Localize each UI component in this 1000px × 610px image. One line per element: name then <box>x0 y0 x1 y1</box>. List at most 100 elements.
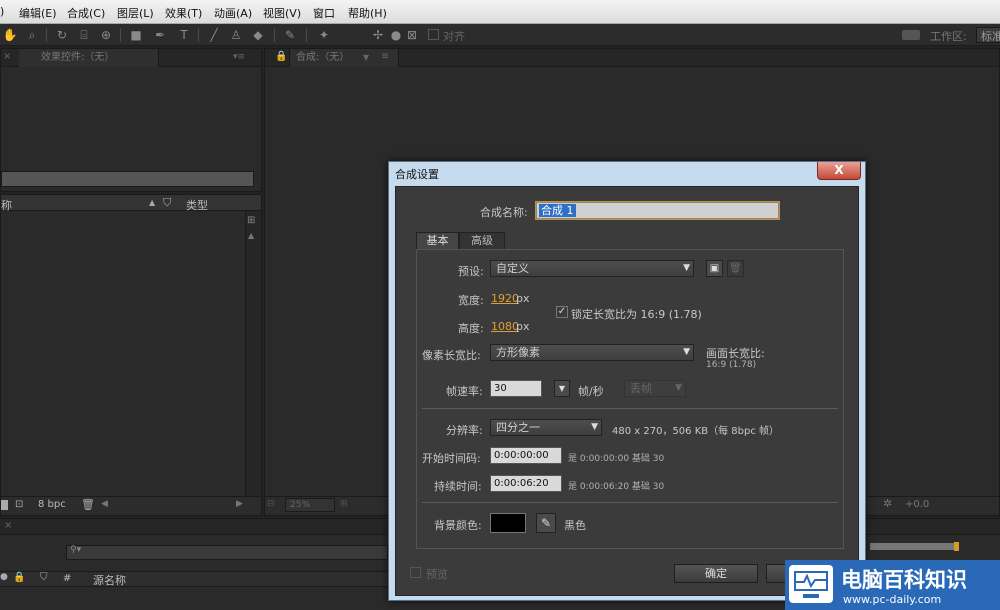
close-icon[interactable]: × <box>4 520 12 531</box>
bg-color-swatch[interactable] <box>490 513 526 533</box>
eraser-tool-icon[interactable]: ◆ <box>250 27 266 43</box>
effect-controls-panel: × 效果控件:（无） ▾≡ <box>0 48 262 192</box>
framerate-dropdown-icon[interactable]: ▼ <box>554 380 570 397</box>
height-value[interactable]: 1080 <box>491 320 519 333</box>
label-tag-icon[interactable]: ⛉ <box>40 572 48 583</box>
menu-effect[interactable]: 效果(T) <box>165 5 202 21</box>
menu-window[interactable]: 窗口 <box>313 5 335 21</box>
work-area-end-handle[interactable] <box>954 542 959 551</box>
clone-stamp-tool-icon[interactable]: ♙ <box>228 27 244 43</box>
tab-effect-controls[interactable]: 效果控件:（无） <box>19 49 159 67</box>
chevron-down-icon: ▼ <box>675 383 682 393</box>
lock-aspect-checkbox[interactable]: ✓ <box>556 306 568 318</box>
axis-mode-icon[interactable]: ✢ <box>370 27 386 43</box>
camera-tool-icon[interactable]: ⌸ <box>76 27 92 43</box>
chevron-down-icon: ▼ <box>683 263 690 273</box>
preset-dropdown[interactable]: 自定义 ▼ <box>490 260 694 277</box>
project-panel: 称 ▲ ⛉ 类型 ⊞ ▲ ⊡ 8 bpc 🗑 ◀ ▶ <box>0 194 262 516</box>
puppet-pin-tool-icon[interactable]: ✦ <box>316 27 332 43</box>
menu-edit[interactable]: 编辑(E) <box>19 5 57 21</box>
preview-checkbox[interactable] <box>410 567 421 578</box>
timeline-search-input[interactable] <box>66 545 388 560</box>
roto-brush-tool-icon[interactable]: ✎ <box>282 27 298 43</box>
ok-button[interactable]: 确定 <box>674 564 758 583</box>
search-icon: ⚲▾ <box>70 545 82 555</box>
watermark-logo: 电脑百科知识 www.pc-daily.com <box>785 560 1000 610</box>
menu-view[interactable]: 视图(V) <box>263 5 301 21</box>
composition-settings-dialog: 合成设置 X 合成名称: 合成 1 基本 高级 预设: 自定义 ▼ ▣ 🗑 宽度… <box>388 161 866 601</box>
zoom-tool-icon[interactable]: ⌕ <box>24 27 40 43</box>
tab-dropdown-icon[interactable]: ▼ <box>363 53 369 62</box>
close-icon[interactable]: × <box>3 51 11 62</box>
solo-icon[interactable]: ● <box>0 572 8 582</box>
drop-frame-dropdown[interactable]: 丢帧 ▼ <box>624 380 686 397</box>
pen-tool-icon[interactable]: ✒ <box>152 27 168 43</box>
width-value[interactable]: 1920 <box>491 292 519 305</box>
column-type-header[interactable]: 类型 <box>186 197 208 213</box>
tool-bar: ✋ ⌕ ↻ ⌸ ⊕ ■ ✒ T ╱ ♙ ◆ ✎ ✦ ✢ ● ⊠ 对齐 工作区: … <box>0 24 1000 46</box>
column-name-header[interactable]: 称 <box>1 197 12 213</box>
menu-fragment[interactable]: ) <box>0 5 4 18</box>
delete-icon[interactable]: 🗑 <box>81 498 95 511</box>
new-folder-icon[interactable]: ⊡ <box>15 499 23 510</box>
always-preview-icon[interactable]: ⊟ <box>267 499 275 509</box>
menu-animation[interactable]: 动画(A) <box>214 5 252 21</box>
column-source-name-header[interactable]: 源名称 <box>93 572 126 588</box>
tab-menu-icon[interactable]: ≡ <box>381 51 389 62</box>
resolution-dropdown[interactable]: 四分之一 ▼ <box>490 419 602 436</box>
shape-tool-icon[interactable]: ■ <box>128 27 144 43</box>
dialog-close-button[interactable]: X <box>817 162 861 180</box>
pixel-aspect-dropdown[interactable]: 方形像素 ▼ <box>490 344 694 361</box>
label-tag-icon[interactable]: ⛉ <box>163 196 171 210</box>
pixel-aspect-label: 像素长宽比: <box>422 349 481 362</box>
project-scrollbar[interactable] <box>245 211 261 496</box>
chevron-down-icon: ▼ <box>591 422 598 432</box>
comp-name-selected-text: 合成 1 <box>539 204 576 217</box>
sort-arrow-icon[interactable]: ▲ <box>149 198 155 207</box>
snap-checkbox[interactable] <box>428 29 439 40</box>
text-tool-icon[interactable]: T <box>176 27 192 43</box>
scroll-up-icon[interactable]: ▲ <box>248 231 254 240</box>
tab-advanced[interactable]: 高级 <box>459 232 505 249</box>
project-search-bar[interactable] <box>1 171 254 187</box>
delete-preset-icon[interactable]: 🗑 <box>727 260 744 277</box>
comp-name-input[interactable]: 合成 1 <box>535 201 780 220</box>
column-number-header[interactable]: # <box>63 573 71 584</box>
menu-help[interactable]: 帮助(H) <box>348 5 387 21</box>
lock-icon[interactable]: 🔒 <box>275 51 287 62</box>
menu-layer[interactable]: 图层(L) <box>117 5 154 21</box>
scroll-left-icon[interactable]: ◀ <box>101 499 108 509</box>
width-label: 宽度: <box>458 294 484 307</box>
duration-input[interactable]: 0:00:06:20 <box>490 475 562 492</box>
watermark-title: 电脑百科知识 <box>841 568 967 592</box>
world-axis-icon[interactable]: ⊠ <box>404 27 420 43</box>
resolution-value: 四分之一 <box>496 421 540 434</box>
frame-aspect-label: 画面长宽比: <box>706 347 765 360</box>
panel-menu-icon[interactable]: ▾≡ <box>233 52 245 62</box>
zoom-select[interactable]: 25% <box>285 498 335 512</box>
eyedropper-icon[interactable]: ✎ <box>536 513 556 533</box>
scroll-right-icon[interactable]: ▶ <box>236 499 243 509</box>
work-area-bar[interactable] <box>870 543 954 550</box>
menu-composition[interactable]: 合成(C) <box>67 5 105 21</box>
height-label: 高度: <box>458 322 484 335</box>
bpc-label[interactable]: 8 bpc <box>38 499 66 510</box>
brush-tool-icon[interactable]: ╱ <box>206 27 222 43</box>
exposure-value[interactable]: +0.0 <box>905 499 929 510</box>
start-timecode-input[interactable]: 0:00:00:00 <box>490 447 562 464</box>
interpret-footage-icon[interactable] <box>1 500 8 510</box>
lock-aspect-label: 锁定长宽比为 16:9 (1.78) <box>571 308 702 321</box>
local-axis-icon[interactable]: ● <box>388 27 404 43</box>
hand-tool-icon[interactable]: ✋ <box>2 27 18 43</box>
workspace-label: 工作区: <box>930 30 967 43</box>
framerate-input[interactable]: 30 <box>490 380 542 397</box>
tab-basic[interactable]: 基本 <box>416 232 459 249</box>
exposure-icon[interactable]: ✲ <box>883 497 892 510</box>
preset-label: 预设: <box>458 265 484 278</box>
fit-icon[interactable]: ⊞ <box>340 499 348 509</box>
lock-icon[interactable]: 🔒 <box>13 572 25 583</box>
save-preset-icon[interactable]: ▣ <box>706 260 723 277</box>
pan-behind-tool-icon[interactable]: ⊕ <box>98 27 114 43</box>
rotate-tool-icon[interactable]: ↻ <box>54 27 70 43</box>
workspace-select[interactable]: 标准 <box>976 27 1000 43</box>
